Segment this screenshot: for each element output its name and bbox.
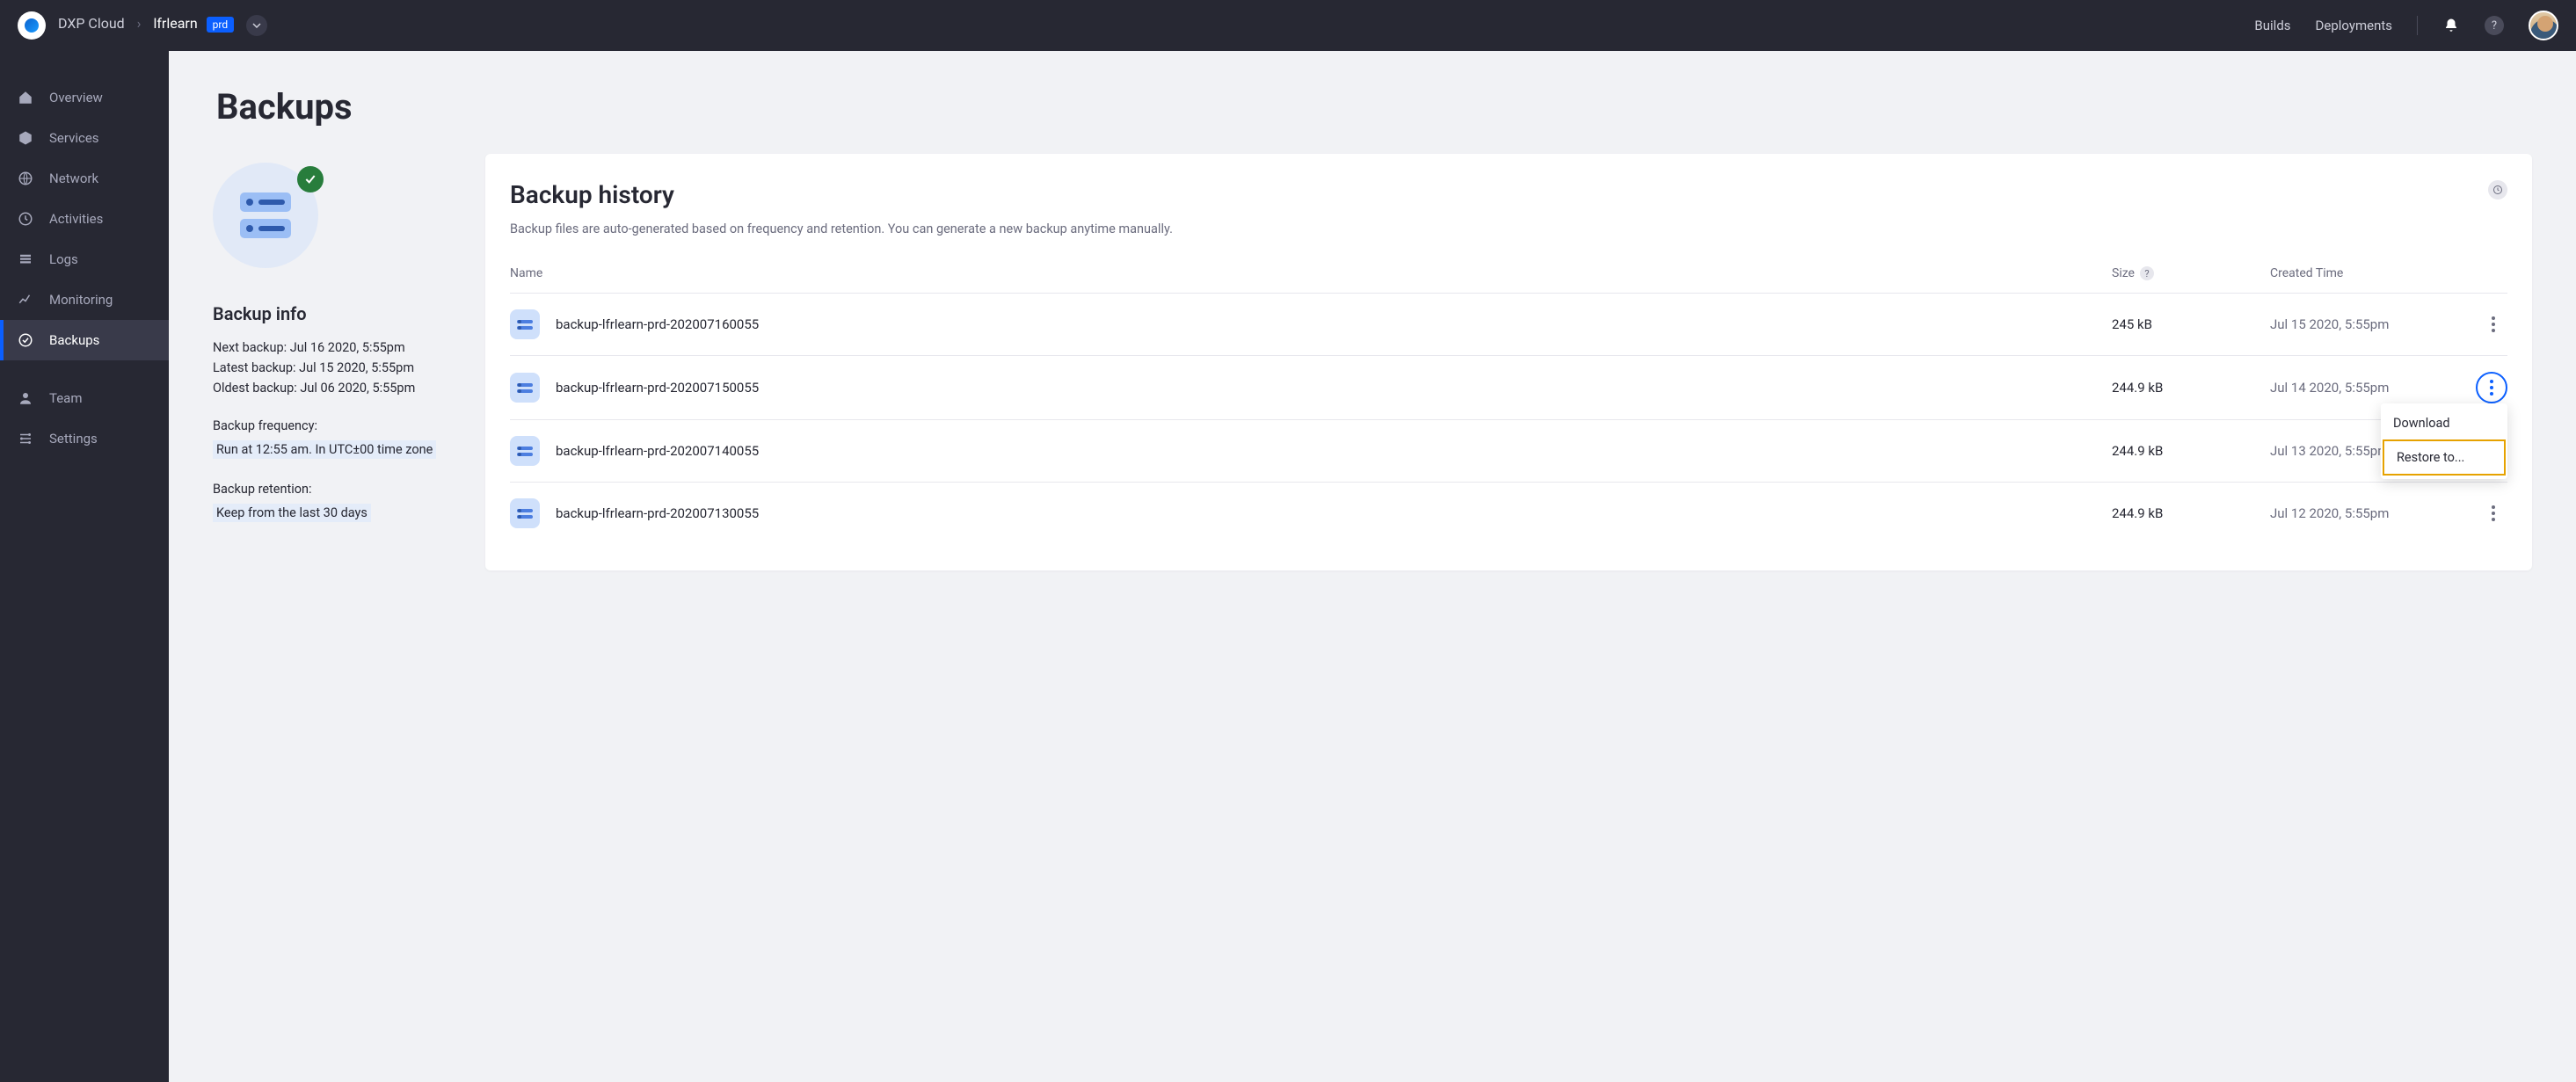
sidebar-item-label: Monitoring xyxy=(49,292,113,308)
col-name: Name xyxy=(510,266,2112,280)
sidebar-item-services[interactable]: Services xyxy=(0,118,169,158)
next-backup-line: Next backup: Jul 16 2020, 5:55pm xyxy=(213,340,459,355)
check-icon xyxy=(297,166,324,192)
page-title: Backups xyxy=(216,86,2532,127)
sidebar-item-label: Overview xyxy=(49,90,103,105)
divider xyxy=(2417,16,2418,35)
table-row: backup-lfrlearn-prd-202007150055 244.9 k… xyxy=(510,355,2507,419)
backup-name: backup-lfrlearn-prd-202007150055 xyxy=(556,380,759,396)
restore-action[interactable]: Restore to... xyxy=(2383,439,2506,476)
timezone-button[interactable] xyxy=(2488,180,2507,200)
backup-info-panel: Backup info Next backup: Jul 16 2020, 5:… xyxy=(213,154,459,522)
help-button[interactable]: ? xyxy=(2485,16,2504,35)
sidebar-item-logs[interactable]: Logs xyxy=(0,239,169,280)
backup-table: Name Size ? Created Time backup-lfrlearn… xyxy=(510,259,2507,544)
topbar-right: Builds Deployments ? xyxy=(2254,11,2558,40)
sidebar-item-label: Network xyxy=(49,171,98,186)
list-icon xyxy=(18,251,33,267)
sidebar-item-label: Activities xyxy=(49,211,103,227)
name-cell: backup-lfrlearn-prd-202007150055 xyxy=(510,373,2112,403)
sidebar-item-label: Team xyxy=(49,390,83,406)
backup-file-icon xyxy=(510,309,540,339)
oldest-backup-line: Oldest backup: Jul 06 2020, 5:55pm xyxy=(213,381,459,396)
backup-status-illustration xyxy=(213,163,327,277)
crumb-project[interactable]: lfrlearn xyxy=(153,15,197,32)
history-title: Backup history xyxy=(510,180,674,209)
backup-size: 245 kB xyxy=(2112,316,2270,332)
frequency-label: Backup frequency: xyxy=(213,418,459,433)
table-row: backup-lfrlearn-prd-202007130055 244.9 k… xyxy=(510,482,2507,544)
chart-icon xyxy=(18,292,33,308)
sidebar-item-label: Backups xyxy=(49,332,99,348)
row-actions-button[interactable] xyxy=(2476,372,2507,403)
nav-deployments[interactable]: Deployments xyxy=(2316,18,2392,33)
user-avatar[interactable] xyxy=(2529,11,2558,40)
nav-builds[interactable]: Builds xyxy=(2254,18,2290,33)
backup-name: backup-lfrlearn-prd-202007140055 xyxy=(556,443,759,459)
backup-name: backup-lfrlearn-prd-202007130055 xyxy=(556,505,759,521)
backup-size: 244.9 kB xyxy=(2112,505,2270,521)
download-action[interactable]: Download xyxy=(2381,407,2507,439)
breadcrumb: DXP Cloud › lfrlearn prd xyxy=(18,11,267,40)
sidebar-item-label: Services xyxy=(49,130,99,146)
sidebar-item-label: Logs xyxy=(49,251,78,267)
frequency-value: Run at 12:55 am. In UTC±00 time zone xyxy=(213,440,436,459)
clock-icon xyxy=(2492,185,2503,195)
crumb-separator: › xyxy=(137,15,142,32)
latest-backup-line: Latest backup: Jul 15 2020, 5:55pm xyxy=(213,360,459,375)
sidebar: Overview Services Network Activities Log… xyxy=(0,51,169,1082)
env-dropdown-toggle[interactable] xyxy=(246,15,267,36)
product-logo[interactable] xyxy=(18,11,46,40)
col-created: Created Time xyxy=(2270,266,2463,280)
backup-history-card: Backup history Backup files are auto-gen… xyxy=(485,154,2532,570)
backup-file-icon xyxy=(510,373,540,403)
backup-created: Jul 12 2020, 5:55pm xyxy=(2270,505,2463,521)
backup-created: Jul 14 2020, 5:55pm xyxy=(2270,380,2463,396)
size-help-icon[interactable]: ? xyxy=(2140,266,2154,280)
retention-label: Backup retention: xyxy=(213,482,459,497)
table-row: backup-lfrlearn-prd-202007160055 245 kB … xyxy=(510,293,2507,355)
main-content: Backups Backup info Next backup: Jul 16 … xyxy=(169,51,2576,1082)
cube-icon xyxy=(18,130,33,146)
table-row: backup-lfrlearn-prd-202007140055 244.9 k… xyxy=(510,419,2507,482)
sidebar-item-monitoring[interactable]: Monitoring xyxy=(0,280,169,320)
crumb-product[interactable]: DXP Cloud xyxy=(58,15,125,32)
backup-created: Jul 15 2020, 5:55pm xyxy=(2270,316,2463,332)
name-cell: backup-lfrlearn-prd-202007140055 xyxy=(510,436,2112,466)
sidebar-item-label: Settings xyxy=(49,431,98,447)
sidebar-item-overview[interactable]: Overview xyxy=(0,77,169,118)
sliders-icon xyxy=(18,431,33,447)
user-icon xyxy=(18,390,33,406)
name-cell: backup-lfrlearn-prd-202007160055 xyxy=(510,309,2112,339)
sidebar-item-network[interactable]: Network xyxy=(0,158,169,199)
backup-name: backup-lfrlearn-prd-202007160055 xyxy=(556,316,759,332)
retention-value: Keep from the last 30 days xyxy=(213,504,371,522)
row-actions-button[interactable] xyxy=(2479,310,2507,338)
table-header: Name Size ? Created Time xyxy=(510,259,2507,293)
row-actions-button[interactable] xyxy=(2479,499,2507,527)
bell-icon xyxy=(2443,18,2459,33)
backup-size: 244.9 kB xyxy=(2112,443,2270,459)
home-icon xyxy=(18,90,33,105)
history-icon xyxy=(18,211,33,227)
sidebar-item-backups[interactable]: Backups xyxy=(0,320,169,360)
env-badge[interactable]: prd xyxy=(207,17,234,33)
col-size: Size ? xyxy=(2112,266,2270,280)
sidebar-item-settings[interactable]: Settings xyxy=(0,418,169,459)
history-description: Backup files are auto-generated based on… xyxy=(510,221,2507,236)
notifications-button[interactable] xyxy=(2442,17,2460,34)
topbar: DXP Cloud › lfrlearn prd Builds Deployme… xyxy=(0,0,2576,51)
backup-file-icon xyxy=(510,436,540,466)
backup-size: 244.9 kB xyxy=(2112,380,2270,396)
backup-file-icon xyxy=(510,498,540,528)
chevron-down-icon xyxy=(252,23,261,28)
globe-icon xyxy=(18,171,33,186)
row-actions-menu: Download Restore to... xyxy=(2381,403,2507,479)
name-cell: backup-lfrlearn-prd-202007130055 xyxy=(510,498,2112,528)
backup-icon xyxy=(18,332,33,348)
backup-info-heading: Backup info xyxy=(213,303,459,324)
sidebar-item-activities[interactable]: Activities xyxy=(0,199,169,239)
sidebar-item-team[interactable]: Team xyxy=(0,378,169,418)
